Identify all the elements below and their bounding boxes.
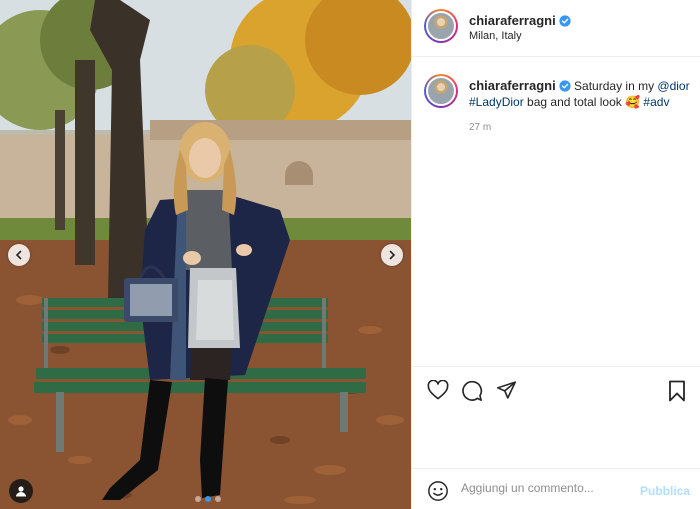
- post-caption: chiaraferragni Saturday in my @dior #Lady…: [469, 78, 691, 110]
- comment-input[interactable]: [461, 481, 636, 495]
- post-side-panel: chiaraferragni Milan, Italy chiaraferrag…: [411, 0, 700, 509]
- verified-badge-icon: [559, 80, 571, 92]
- user-icon: [16, 486, 26, 497]
- post-header: chiaraferragni Milan, Italy: [412, 0, 700, 57]
- publish-button[interactable]: Pubblica: [640, 484, 690, 498]
- emoji-icon[interactable]: [427, 480, 449, 502]
- post-timestamp[interactable]: 27 m: [469, 122, 491, 133]
- share-icon[interactable]: [496, 380, 517, 400]
- verified-badge-icon: [559, 15, 571, 27]
- author-username[interactable]: chiaraferragni: [469, 13, 571, 28]
- caption-hashtag-link[interactable]: #LadyDior: [469, 95, 524, 109]
- comment-icon[interactable]: [461, 380, 483, 402]
- tagged-users-button[interactable]: [9, 479, 33, 503]
- comment-form: Pubblica: [412, 468, 700, 509]
- post-photo[interactable]: [0, 0, 411, 509]
- username-text[interactable]: chiaraferragni: [469, 13, 556, 28]
- action-bar: [412, 366, 700, 416]
- post-location[interactable]: Milan, Italy: [469, 30, 522, 42]
- caption-text-part: bag and total look: [523, 95, 626, 109]
- bookmark-icon[interactable]: [668, 380, 686, 402]
- heart-icon[interactable]: [427, 380, 449, 400]
- carousel-dot-active: [205, 496, 211, 502]
- caption-text-part: Saturday in my: [570, 79, 658, 93]
- caption-hashtag-link[interactable]: #adv: [643, 95, 669, 109]
- caption-mention-link[interactable]: @dior: [657, 79, 689, 93]
- caption-username[interactable]: chiaraferragni: [469, 78, 556, 93]
- carousel-indicator: [195, 496, 221, 502]
- carousel-dot: [215, 496, 221, 502]
- caption-emoji: 🥰: [625, 95, 641, 109]
- avatar[interactable]: [424, 9, 458, 43]
- carousel-dot: [195, 496, 201, 502]
- chevron-left-icon: [15, 250, 22, 260]
- carousel-next-button[interactable]: [381, 244, 403, 266]
- chevron-right-icon: [389, 250, 396, 260]
- photo-scene: [0, 0, 411, 509]
- avatar[interactable]: [424, 74, 458, 108]
- carousel-prev-button[interactable]: [8, 244, 30, 266]
